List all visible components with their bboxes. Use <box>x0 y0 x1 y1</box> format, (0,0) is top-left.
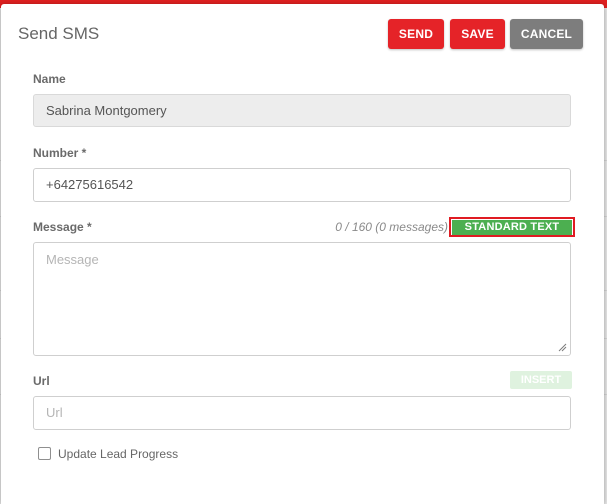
insert-button[interactable]: INSERT <box>510 371 572 389</box>
name-label: Name <box>33 72 66 86</box>
update-lead-progress-checkbox[interactable] <box>38 447 51 460</box>
dialog-title: Send SMS <box>18 24 100 43</box>
url-placeholder: Url <box>46 405 63 420</box>
cancel-button[interactable]: CANCEL <box>510 19 583 49</box>
update-lead-progress-label[interactable]: Update Lead Progress <box>58 447 178 461</box>
number-field[interactable]: +64275616542 <box>33 168 571 202</box>
url-label: Url <box>33 374 50 388</box>
message-placeholder: Message <box>46 252 99 267</box>
message-character-counter: 0 / 160 (0 messages) <box>335 220 448 234</box>
send-sms-dialog: Send SMS SEND SAVE CANCEL Name Sabrina M… <box>1 4 604 504</box>
number-label: Number * <box>33 146 87 160</box>
standard-text-button[interactable]: STANDARD TEXT <box>452 220 572 235</box>
save-button[interactable]: SAVE <box>450 19 505 49</box>
url-field[interactable]: Url <box>33 396 571 430</box>
message-label: Message * <box>33 220 92 234</box>
name-value: Sabrina Montgomery <box>46 103 167 118</box>
send-button[interactable]: SEND <box>388 19 444 49</box>
number-value: +64275616542 <box>46 177 134 192</box>
name-field: Sabrina Montgomery <box>33 94 571 127</box>
resize-handle-icon[interactable] <box>558 343 567 352</box>
message-textarea[interactable]: Message <box>33 242 571 356</box>
